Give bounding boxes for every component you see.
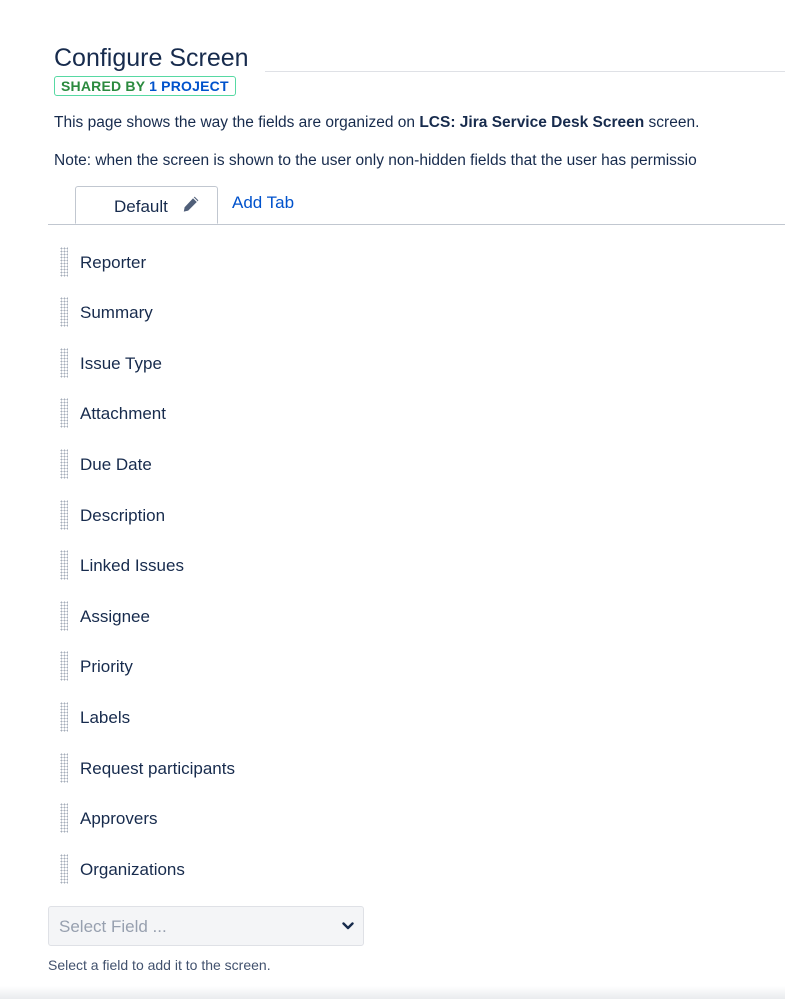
field-row-reporter[interactable]: Reporter — [48, 247, 768, 287]
tab-default[interactable]: Default — [75, 186, 218, 224]
field-label: Summary — [80, 303, 153, 322]
drag-handle-icon[interactable] — [60, 803, 68, 833]
bottom-edge-shadow — [0, 986, 785, 999]
drag-handle-icon[interactable] — [60, 297, 68, 327]
shared-by-badge[interactable]: SHARED BY 1 PROJECT — [54, 76, 236, 96]
intro-suffix: screen. — [648, 114, 700, 131]
field-label: Priority — [80, 657, 133, 676]
page-title: Configure Screen — [54, 44, 249, 72]
select-field-dropdown[interactable]: Select Field ... — [48, 906, 364, 946]
intro-prefix: This page shows the way the fields are o… — [54, 114, 416, 131]
drag-handle-icon[interactable] — [60, 854, 68, 884]
project-count-label: 1 PROJECT — [149, 78, 229, 94]
field-row-summary[interactable]: Summary — [48, 297, 768, 337]
drag-handle-icon[interactable] — [60, 449, 68, 479]
field-label: Reporter — [80, 253, 147, 272]
field-label: Request participants — [80, 759, 235, 778]
drag-handle-icon[interactable] — [60, 702, 68, 732]
field-label: Labels — [80, 708, 131, 727]
field-row-description[interactable]: Description — [48, 500, 768, 540]
drag-handle-icon[interactable] — [60, 753, 68, 783]
field-row-due-date[interactable]: Due Date — [48, 449, 768, 489]
drag-handle-icon[interactable] — [60, 550, 68, 580]
pencil-icon[interactable] — [182, 195, 200, 213]
screen-name: LCS: Jira Service Desk Screen — [419, 114, 645, 131]
field-row-priority[interactable]: Priority — [48, 651, 768, 691]
chevron-down-icon — [342, 922, 354, 930]
note-text: Note: when the screen is shown to the us… — [54, 152, 697, 169]
drag-handle-icon[interactable] — [60, 348, 68, 378]
title-divider — [265, 71, 785, 72]
add-tab-link[interactable]: Add Tab — [232, 192, 294, 214]
configure-screen-page: Configure Screen SHARED BY 1 PROJECT Thi… — [0, 0, 785, 999]
field-row-approvers[interactable]: Approvers — [48, 803, 768, 843]
field-label: Description — [80, 506, 166, 525]
field-row-labels[interactable]: Labels — [48, 702, 768, 742]
field-row-issue-type[interactable]: Issue Type — [48, 348, 768, 388]
select-field-placeholder: Select Field ... — [59, 917, 167, 936]
field-label: Assignee — [80, 607, 150, 626]
field-label: Organizations — [80, 860, 185, 879]
field-label: Due Date — [80, 455, 152, 474]
field-label: Approvers — [80, 809, 158, 828]
field-label: Attachment — [80, 404, 166, 423]
field-label: Issue Type — [80, 354, 162, 373]
drag-handle-icon[interactable] — [60, 500, 68, 530]
drag-handle-icon[interactable] — [60, 651, 68, 681]
field-row-linked-issues[interactable]: Linked Issues — [48, 550, 768, 590]
shared-by-label: SHARED BY — [61, 78, 146, 94]
select-field-help-text: Select a field to add it to the screen. — [48, 957, 271, 973]
drag-handle-icon[interactable] — [60, 247, 68, 277]
intro-text: This page shows the way the fields are o… — [54, 112, 699, 134]
drag-handle-icon[interactable] — [60, 398, 68, 428]
field-row-attachment[interactable]: Attachment — [48, 398, 768, 438]
field-row-assignee[interactable]: Assignee — [48, 601, 768, 641]
tab-default-label: Default — [114, 197, 168, 216]
field-label: Linked Issues — [80, 556, 184, 575]
tabs-divider — [48, 224, 785, 225]
field-row-organizations[interactable]: Organizations — [48, 854, 768, 894]
field-row-request-participants[interactable]: Request participants — [48, 753, 768, 793]
drag-handle-icon[interactable] — [60, 601, 68, 631]
